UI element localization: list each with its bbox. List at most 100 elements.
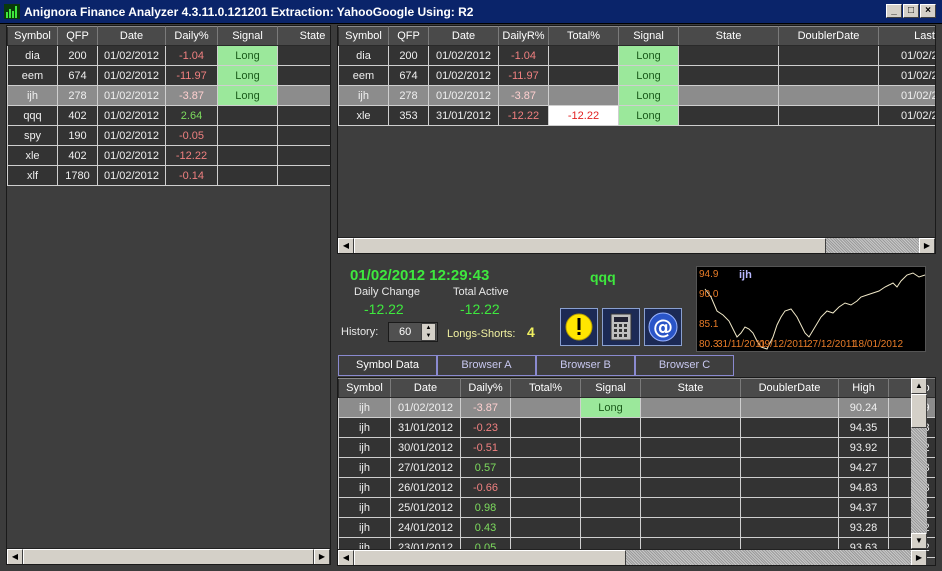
position-row[interactable]: xle35331/01/2012-12.22-12.22Long01/02/20… (338, 105, 935, 126)
symbol-cell[interactable]: ijh (338, 85, 389, 106)
signal-cell (580, 417, 641, 438)
position-row[interactable]: eem67401/02/2012-11.97Long01/02/2012 (338, 65, 935, 86)
symbol-cell[interactable]: qqq (7, 105, 58, 126)
column-header-daily[interactable]: Daily% (460, 378, 511, 398)
scroll-thumb[interactable] (23, 549, 314, 564)
spin-up-icon[interactable]: ▲ (422, 324, 435, 332)
symbol-cell[interactable]: xle (338, 105, 389, 126)
column-header-date[interactable]: Date (428, 26, 499, 46)
history-row[interactable]: ijh01/02/2012-3.87Long90.2489 (338, 397, 935, 418)
high-cell: 93.92 (838, 437, 889, 458)
total-cell (510, 397, 581, 418)
symbol-row[interactable]: xlf 1780 01/02/2012 -0.14 (7, 165, 330, 186)
history-stepper[interactable]: ▲ ▼ (421, 323, 436, 341)
symbol-row[interactable]: qqq 402 01/02/2012 2.64 (7, 105, 330, 126)
total-cell (548, 65, 619, 86)
date-cell: 01/02/2012 (97, 85, 166, 106)
history-row[interactable]: ijh31/01/2012-0.2394.3593 (338, 417, 935, 438)
tab-symbol-data[interactable]: Symbol Data (338, 355, 437, 376)
minimize-button[interactable]: _ (886, 4, 902, 18)
positions-hscrollbar[interactable]: ◀ ▶ (338, 237, 935, 253)
history-row[interactable]: ijh27/01/20120.5794.2793 (338, 457, 935, 478)
scroll-thumb[interactable] (911, 394, 927, 428)
column-header-state[interactable]: State (678, 26, 779, 46)
symbols-hscrollbar[interactable]: ◀ ▶ (7, 548, 330, 564)
symbol-row[interactable]: xle 402 01/02/2012 -12.22 (7, 145, 330, 166)
scroll-right-icon[interactable]: ▶ (314, 549, 330, 564)
scroll-left-icon[interactable]: ◀ (338, 238, 354, 253)
symbol-cell[interactable]: ijh (7, 85, 58, 106)
column-header-state[interactable]: State (277, 26, 330, 46)
symbol-cell[interactable]: spy (7, 125, 58, 146)
at-sign-icon: @ (648, 312, 678, 342)
doubler-date-cell (778, 85, 879, 106)
position-row[interactable]: ijh27801/02/2012-3.87Long01/02/2012 (338, 85, 935, 106)
symbol-row[interactable]: ijh 278 01/02/2012 -3.87 Long (7, 85, 330, 106)
symbol-cell[interactable]: eem (7, 65, 58, 86)
scroll-thumb[interactable] (354, 238, 826, 253)
history-row[interactable]: ijh24/01/20120.4393.2892 (338, 517, 935, 538)
history-hscrollbar[interactable]: ◀ ▶ (338, 549, 927, 565)
column-header-symbol[interactable]: Symbol (338, 378, 391, 398)
alert-button[interactable] (560, 308, 598, 346)
qfp-cell: 402 (57, 145, 98, 166)
history-label: History: (341, 326, 379, 338)
scroll-thumb[interactable] (354, 550, 626, 565)
daily-change-value: -12.22 (364, 301, 404, 317)
symbol-cell[interactable]: xlf (7, 165, 58, 186)
symbol-row[interactable]: dia 200 01/02/2012 -1.04 Long (7, 45, 330, 66)
column-header-dailyr[interactable]: DailyR% (498, 26, 549, 46)
date-cell: 25/01/2012 (390, 497, 461, 518)
calculator-icon (610, 313, 632, 341)
column-header-qfp[interactable]: QFP (388, 26, 429, 46)
column-header-symbol[interactable]: Symbol (7, 26, 58, 46)
column-header-lastu[interactable]: LastU (878, 26, 935, 46)
scroll-left-icon[interactable]: ◀ (338, 550, 354, 565)
scroll-up-icon[interactable]: ▲ (911, 378, 927, 394)
tab-browser-a[interactable]: Browser A (437, 355, 536, 376)
history-row[interactable]: ijh26/01/2012-0.6694.8393 (338, 477, 935, 498)
scroll-down-icon[interactable]: ▼ (911, 533, 927, 549)
column-header-doublerdate[interactable]: DoublerDate (778, 26, 879, 46)
spin-down-icon[interactable]: ▼ (422, 332, 435, 340)
position-row[interactable]: dia20001/02/2012-1.04Long01/02/2012 (338, 45, 935, 66)
column-header-doublerdate[interactable]: DoublerDate (740, 378, 839, 398)
history-vscrollbar[interactable]: ▲ ▼ (911, 378, 927, 549)
close-button[interactable]: × (920, 4, 936, 18)
email-button[interactable]: @ (644, 308, 682, 346)
state-cell (277, 65, 330, 86)
tab-browser-c[interactable]: Browser C (635, 355, 734, 376)
column-header-date[interactable]: Date (97, 26, 166, 46)
qfp-cell: 278 (57, 85, 98, 106)
symbol-cell[interactable]: dia (338, 45, 389, 66)
symbol-cell[interactable]: eem (338, 65, 389, 86)
scroll-right-icon[interactable]: ▶ (911, 550, 927, 565)
daily-cell: 0.98 (460, 497, 511, 518)
column-header-date[interactable]: Date (390, 378, 461, 398)
symbol-row[interactable]: eem 674 01/02/2012 -11.97 Long (7, 65, 330, 86)
scroll-right-icon[interactable]: ▶ (919, 238, 935, 253)
column-header-qfp[interactable]: QFP (57, 26, 98, 46)
column-header-daily[interactable]: Daily% (165, 26, 218, 46)
column-header-symbol[interactable]: Symbol (338, 26, 389, 46)
scroll-left-icon[interactable]: ◀ (7, 549, 23, 564)
column-header-state[interactable]: State (640, 378, 741, 398)
calculator-button[interactable] (602, 308, 640, 346)
column-header-high[interactable]: High (838, 378, 889, 398)
column-header-signal[interactable]: Signal (217, 26, 278, 46)
daily-cell: -3.87 (498, 85, 549, 106)
doubler-date-cell (740, 457, 839, 478)
symbol-cell[interactable]: xle (7, 145, 58, 166)
column-header-signal[interactable]: Signal (580, 378, 641, 398)
symbol-row[interactable]: spy 190 01/02/2012 -0.05 (7, 125, 330, 146)
symbol-cell[interactable]: dia (7, 45, 58, 66)
column-header-signal[interactable]: Signal (618, 26, 679, 46)
history-row[interactable]: ijh30/01/2012-0.5193.9292 (338, 437, 935, 458)
column-header-total[interactable]: Total% (548, 26, 619, 46)
column-header-total[interactable]: Total% (510, 378, 581, 398)
history-row[interactable]: ijh25/01/20120.9894.3792 (338, 497, 935, 518)
daily-cell: -0.66 (460, 477, 511, 498)
title-bar[interactable]: Anignora Finance Analyzer 4.3.11.0.12120… (0, 0, 942, 24)
tab-browser-b[interactable]: Browser B (536, 355, 635, 376)
maximize-button[interactable]: □ (903, 4, 919, 18)
